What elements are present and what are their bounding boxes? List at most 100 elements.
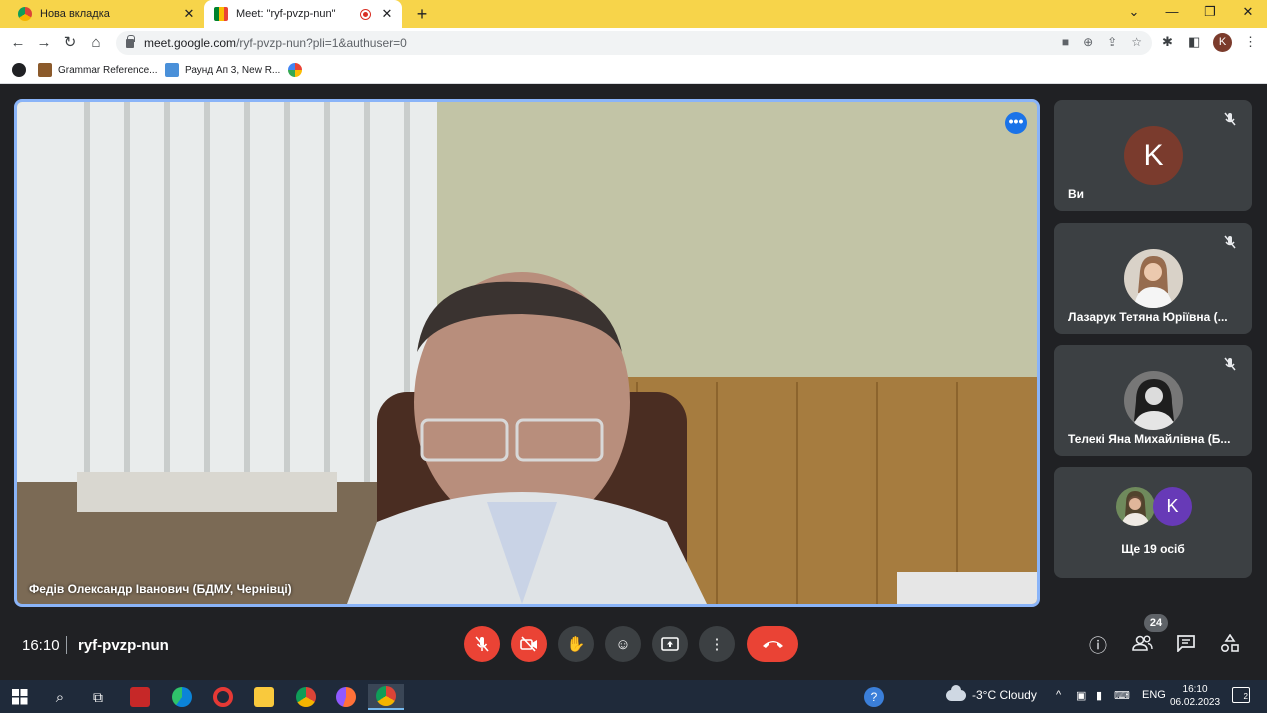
system-clock[interactable]: 16:10 06.02.2023 (1170, 683, 1220, 709)
chevron-up-icon[interactable]: ^ (1056, 689, 1061, 701)
main-speaker-name: Федів Олександр Іванович (БДМУ, Чернівці… (29, 582, 292, 596)
restore-button[interactable]: ❐ (1200, 4, 1220, 20)
weather-text: -3°C Cloudy (972, 688, 1037, 702)
keyboard-icon[interactable]: ⌨ (1114, 689, 1130, 702)
tab-meet[interactable]: Meet: "ryf-pvzp-nun" ✕ (204, 0, 402, 28)
mic-off-icon (1220, 112, 1240, 132)
tab-title: Нова вкладка (40, 8, 110, 20)
close-icon[interactable]: ✕ (378, 6, 396, 22)
extensions-icon[interactable]: ✱ (1162, 34, 1173, 50)
browser-toolbar: ← → ↻ ⌂ meet.google.com /ryf-pvzp-nun?pl… (0, 28, 1267, 58)
app-v-icon[interactable] (122, 684, 158, 710)
more-vert-icon: ⋮ (709, 636, 725, 653)
address-bar[interactable]: meet.google.com /ryf-pvzp-nun?pli=1&auth… (116, 31, 1152, 55)
profile-avatar[interactable]: K (1213, 33, 1232, 52)
microphone-icon[interactable]: ▮ (1096, 689, 1102, 702)
mic-off-icon (1220, 357, 1240, 377)
emoji-icon: ☺ (615, 635, 631, 653)
url-path: /ryf-pvzp-nun?pli=1&authuser=0 (236, 36, 407, 50)
zoom-icon[interactable]: ⊕ (1083, 35, 1093, 49)
lock-icon (126, 34, 135, 48)
help-icon[interactable]: ? (856, 684, 892, 710)
share-icon[interactable]: ⇪ (1107, 35, 1117, 49)
participant-count-badge: 24 (1144, 614, 1168, 632)
home-icon[interactable]: ⌂ (86, 33, 106, 53)
tab-search-icon[interactable]: ⌄ (1124, 4, 1144, 20)
github-icon[interactable] (12, 63, 26, 77)
meet-stage: ••• Федів Олександр Іванович (БДМУ, Черн… (0, 84, 1267, 680)
more-options-icon[interactable]: ••• (1005, 112, 1027, 134)
edge-icon[interactable] (164, 684, 200, 710)
menu-icon[interactable]: ⋮ (1244, 34, 1257, 50)
raise-hand-button[interactable]: ✋ (558, 626, 594, 662)
mic-off-icon (1220, 235, 1240, 255)
other-participants-tile[interactable]: K Ще 19 осіб (1054, 467, 1252, 578)
participant-tile-self[interactable]: K Ви (1054, 100, 1252, 211)
url-host: meet.google.com (144, 36, 237, 50)
firefox-icon[interactable] (328, 684, 364, 710)
cloud-icon (946, 684, 966, 701)
close-icon[interactable]: ✕ (180, 6, 198, 22)
meeting-time: 16:10 (22, 637, 60, 654)
bookmark-star-icon[interactable]: ☆ (1131, 35, 1142, 49)
present-screen-button[interactable] (652, 626, 688, 662)
camera-off-button[interactable] (511, 626, 547, 662)
people-icon[interactable] (1130, 634, 1154, 658)
chrome-active-icon[interactable] (368, 684, 404, 710)
photos-icon[interactable] (288, 63, 302, 77)
weather-widget[interactable]: -3°C Cloudy (946, 684, 1037, 702)
language-indicator[interactable]: ENG (1142, 689, 1166, 701)
participant-name: Ви (1068, 187, 1085, 201)
notifications-icon[interactable]: 2 (1232, 687, 1250, 703)
recording-icon (361, 9, 370, 19)
participant-tile[interactable]: Телекі Яна Михайлівна (Б... (1054, 345, 1252, 456)
tab-strip: Нова вкладка ✕ Meet: "ryf-pvzp-nun" ✕ + … (0, 0, 1267, 28)
task-view-icon[interactable]: ⧉ (80, 684, 116, 710)
meet-controls-bar: 16:10 ryf-pvzp-nun ✋ ☺ ⋮ ⓘ 24 (0, 612, 1267, 680)
window-close-button[interactable]: ✕ (1238, 4, 1258, 20)
system-time: 16:10 (1182, 684, 1208, 695)
opera-icon[interactable] (205, 684, 241, 710)
mic-off-button[interactable] (464, 626, 500, 662)
more-options-button[interactable]: ⋮ (699, 626, 735, 662)
meeting-details-icon[interactable]: ⓘ (1086, 634, 1110, 658)
bookmark-label: Раунд Ап 3, New R... (185, 64, 281, 76)
search-icon[interactable]: ⌕ (42, 684, 78, 710)
reload-icon[interactable]: ↻ (60, 33, 80, 53)
book-icon (38, 63, 52, 77)
windows-start-icon[interactable] (2, 684, 38, 710)
bookmark-grammar[interactable]: Grammar Reference... (38, 63, 157, 77)
minimize-button[interactable]: — (1162, 4, 1182, 19)
avatar: K (1124, 126, 1183, 185)
mic-off-icon (475, 636, 489, 652)
bookmark-round-up[interactable]: Раунд Ап 3, New R... (165, 63, 280, 77)
forward-icon[interactable]: → (34, 33, 54, 53)
divider (66, 636, 67, 654)
participant-tile[interactable]: Лазарук Тетяна Юріївна (... (1054, 223, 1252, 334)
reactions-button[interactable]: ☺ (605, 626, 641, 662)
present-icon (661, 637, 679, 651)
tab-new-tab[interactable]: Нова вкладка ✕ (8, 0, 204, 28)
hang-up-icon (762, 641, 783, 648)
site-icon (165, 63, 179, 77)
camera-icon[interactable]: ■ (1062, 35, 1069, 49)
file-explorer-icon[interactable] (246, 684, 282, 710)
main-video-tile[interactable]: ••• Федів Олександр Іванович (БДМУ, Черн… (14, 99, 1040, 607)
chat-icon[interactable] (1174, 634, 1198, 658)
more-participants-label: Ще 19 осіб (1121, 542, 1185, 556)
device-icon[interactable]: ▣ (1076, 689, 1086, 702)
meeting-code: ryf-pvzp-nun (78, 637, 169, 654)
avatar (1124, 371, 1183, 430)
new-tab-button[interactable]: + (412, 4, 432, 25)
leave-call-button[interactable] (747, 626, 798, 662)
activities-icon[interactable] (1218, 633, 1242, 658)
avatar (1116, 487, 1155, 526)
back-icon[interactable]: ← (8, 33, 28, 53)
tab-title: Meet: "ryf-pvzp-nun" (236, 8, 336, 20)
windows-taskbar: ⌕ ⧉ ? -3°C Cloudy ^ ▣ ▮ ⌨ ENG 16:10 06.0… (0, 680, 1267, 713)
meet-icon (214, 7, 228, 21)
chrome-icon (18, 7, 32, 21)
avatar: K (1153, 487, 1192, 526)
chrome-icon[interactable] (288, 684, 324, 710)
side-panel-icon[interactable]: ◧ (1188, 34, 1200, 50)
